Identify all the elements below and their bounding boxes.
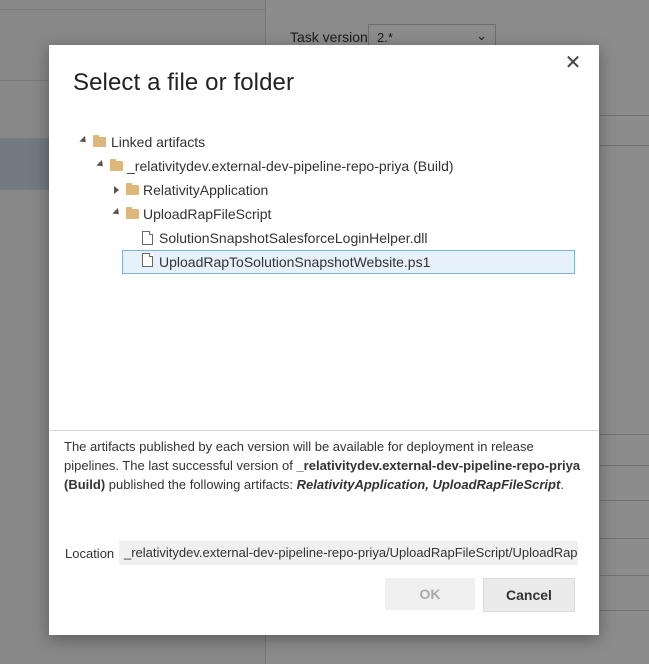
ok-button[interactable]: OK [385,578,475,610]
tree-item-ps1-file[interactable]: UploadRapToSolutionSnapshotWebsite.ps1 [122,250,575,274]
select-file-dialog: ✕ Select a file or folder Linked artifac… [49,45,599,635]
expand-arrow-icon[interactable] [79,135,89,146]
location-value: _relativitydev.external-dev-pipeline-rep… [124,545,578,560]
folder-icon [110,159,123,171]
location-field[interactable]: _relativitydev.external-dev-pipeline-rep… [119,541,578,565]
info-text-part: . [560,477,564,492]
folder-icon [126,183,139,195]
expand-arrow-icon[interactable] [96,159,106,170]
artifacts-info-text: The artifacts published by each version … [64,437,584,494]
tree-item-label: UploadRapToSolutionSnapshotWebsite.ps1 [159,254,431,270]
tree-item-label: SolutionSnapshotSalesforceLoginHelper.dl… [159,230,428,246]
file-icon [142,231,153,245]
tree-item-label: RelativityApplication [143,182,269,198]
tree-item-build[interactable]: _relativitydev.external-dev-pipeline-rep… [96,157,516,179]
info-artifact-list: RelativityApplication, UploadRapFileScri… [296,477,561,492]
dialog-title: Select a file or folder [73,69,295,96]
dialog-divider [49,430,599,431]
collapse-arrow-icon[interactable] [114,186,119,194]
tree-item-label: Linked artifacts [111,134,206,150]
folder-icon [93,135,106,147]
folder-icon [126,207,139,219]
close-icon[interactable]: ✕ [561,53,585,73]
file-icon [142,253,153,267]
tree-item-relativityapplication[interactable]: RelativityApplication [112,181,412,203]
tree-item-dll-file[interactable]: SolutionSnapshotSalesforceLoginHelper.dl… [141,229,481,251]
tree-item-label: UploadRapFileScript [143,206,272,222]
cancel-button[interactable]: Cancel [483,578,575,612]
tree-item-linked-artifacts[interactable]: Linked artifacts [79,133,379,155]
expand-arrow-icon[interactable] [112,207,122,218]
tree-item-label: _relativitydev.external-dev-pipeline-rep… [127,158,454,174]
location-label: Location [65,546,115,561]
info-text-part: published the following artifacts: [105,477,297,492]
tree-item-uploadrapfilescript[interactable]: UploadRapFileScript [112,205,412,227]
